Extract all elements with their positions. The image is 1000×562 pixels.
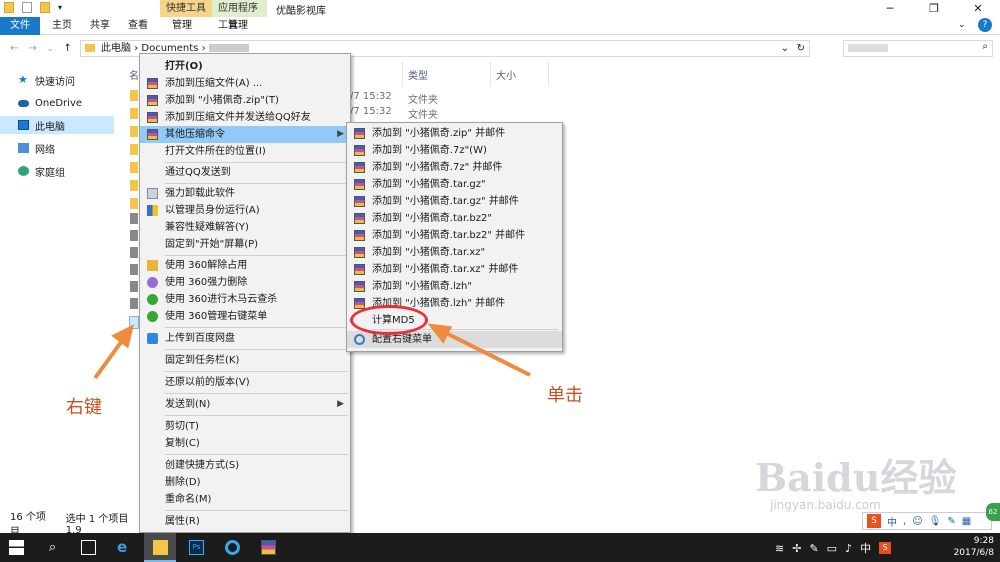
baidu-watermark: Baidu经验 <box>755 455 957 500</box>
ime-tray-lang[interactable]: 中 <box>860 540 871 556</box>
annotation-click: 单击 <box>547 385 583 406</box>
arrowhead <box>111 324 134 349</box>
arrowhead <box>427 323 453 344</box>
windows-icon <box>9 540 24 555</box>
clock[interactable]: 9:28 2017/6/8 <box>954 535 994 559</box>
emoji-icon[interactable]: ☺ <box>912 516 922 527</box>
task-view-button[interactable] <box>72 533 104 562</box>
search-icon: ⌕ <box>48 540 57 555</box>
baidu-watermark-url: jingyan.baidu.com <box>770 498 881 512</box>
status-bar: 16 个项目 选中 1 个项目 1.9 <box>0 512 140 538</box>
floating-ball-badge[interactable]: 62 <box>986 503 1000 521</box>
arrow-click <box>439 328 531 377</box>
mic-icon[interactable]: 🎙 <box>929 516 942 527</box>
edge-button[interactable]: e <box>108 533 140 562</box>
ime-toolbar[interactable]: S 中 , ☺ 🎙 ✎ ▦ <box>862 512 992 530</box>
photoshop-button[interactable]: Ps <box>180 533 212 562</box>
sogou-tray-icon[interactable]: S <box>879 542 892 554</box>
folder-icon <box>153 540 168 555</box>
wifi-icon[interactable]: ≋ <box>775 542 784 555</box>
grid-icon[interactable]: ▦ <box>962 516 971 527</box>
search-button[interactable]: ⌕ <box>36 533 68 562</box>
annotation-right-click: 右键 <box>66 397 102 418</box>
start-button[interactable] <box>0 533 32 562</box>
browser-button[interactable] <box>216 533 248 562</box>
clock-date: 2017/6/8 <box>953 548 994 558</box>
ime-lang[interactable]: 中 <box>887 514 897 529</box>
edge-icon: e <box>117 538 128 556</box>
punctuation-icon[interactable]: , <box>903 516 906 527</box>
winrar-button[interactable] <box>252 533 284 562</box>
volume-icon[interactable]: ♪ <box>845 542 852 555</box>
photoshop-icon: Ps <box>189 540 204 555</box>
browser-icon <box>225 540 240 555</box>
file-explorer-button[interactable] <box>144 533 176 562</box>
task-view-icon <box>81 540 96 555</box>
clock-time: 9:28 <box>973 536 994 546</box>
pen-tray-icon[interactable]: ✎ <box>809 542 818 555</box>
pen-icon[interactable]: ✎ <box>947 516 955 527</box>
mouse-icon[interactable]: ✢ <box>792 542 801 555</box>
system-tray: ≋ ✢ ✎ ▭ ♪ 中 S <box>775 540 892 556</box>
winrar-icon <box>261 540 276 555</box>
cast-icon[interactable]: ▭ <box>827 542 837 555</box>
sogou-icon[interactable]: S <box>867 514 881 528</box>
